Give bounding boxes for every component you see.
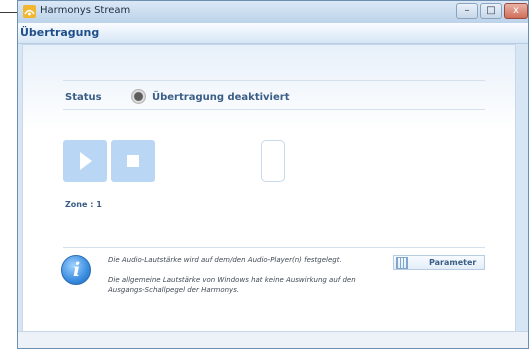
maximize-button[interactable]: □ [480, 3, 502, 19]
left-edge-line [0, 12, 18, 13]
info-icon: i [61, 255, 91, 285]
info-note-2: Die allgemeine Lautstärke von Windows ha… [108, 276, 356, 294]
status-bar [18, 331, 528, 348]
parameter-button-label: Parameter [429, 258, 477, 267]
info-glyph: i [73, 259, 81, 281]
app-window: Harmonys Stream – □ x Übertragung Status… [17, 0, 529, 349]
window-title: Harmonys Stream [40, 5, 131, 16]
close-icon: x [513, 5, 519, 16]
close-button[interactable]: x [504, 3, 528, 19]
info-note-1: Die Audio-Lautstärke wird auf dem/den Au… [108, 256, 342, 264]
section-header: Übertragung [18, 23, 528, 44]
divider-info [63, 247, 485, 248]
divider-status [63, 109, 485, 110]
stop-button[interactable] [111, 140, 155, 182]
status-label: Status [65, 92, 102, 103]
minimize-icon: – [464, 5, 470, 16]
zone-label: Zone : 1 [65, 200, 102, 209]
status-radio[interactable] [131, 89, 146, 104]
stop-icon [127, 155, 139, 167]
page-title: Übertragung [20, 26, 100, 39]
volume-slot[interactable] [261, 140, 285, 182]
parameter-button[interactable]: Parameter [393, 255, 485, 270]
status-value: Übertragung deaktiviert [152, 92, 290, 103]
maximize-icon: □ [486, 5, 496, 16]
equalizer-icon [396, 257, 408, 269]
play-icon [80, 152, 92, 170]
harmonys-app-icon [23, 5, 36, 18]
content-panel: Status Übertragung deaktiviert Zone : 1 … [22, 44, 516, 332]
play-button[interactable] [63, 140, 107, 182]
divider-top [63, 80, 485, 81]
title-bar[interactable]: Harmonys Stream – □ x [18, 1, 528, 23]
minimize-button[interactable]: – [456, 3, 478, 19]
